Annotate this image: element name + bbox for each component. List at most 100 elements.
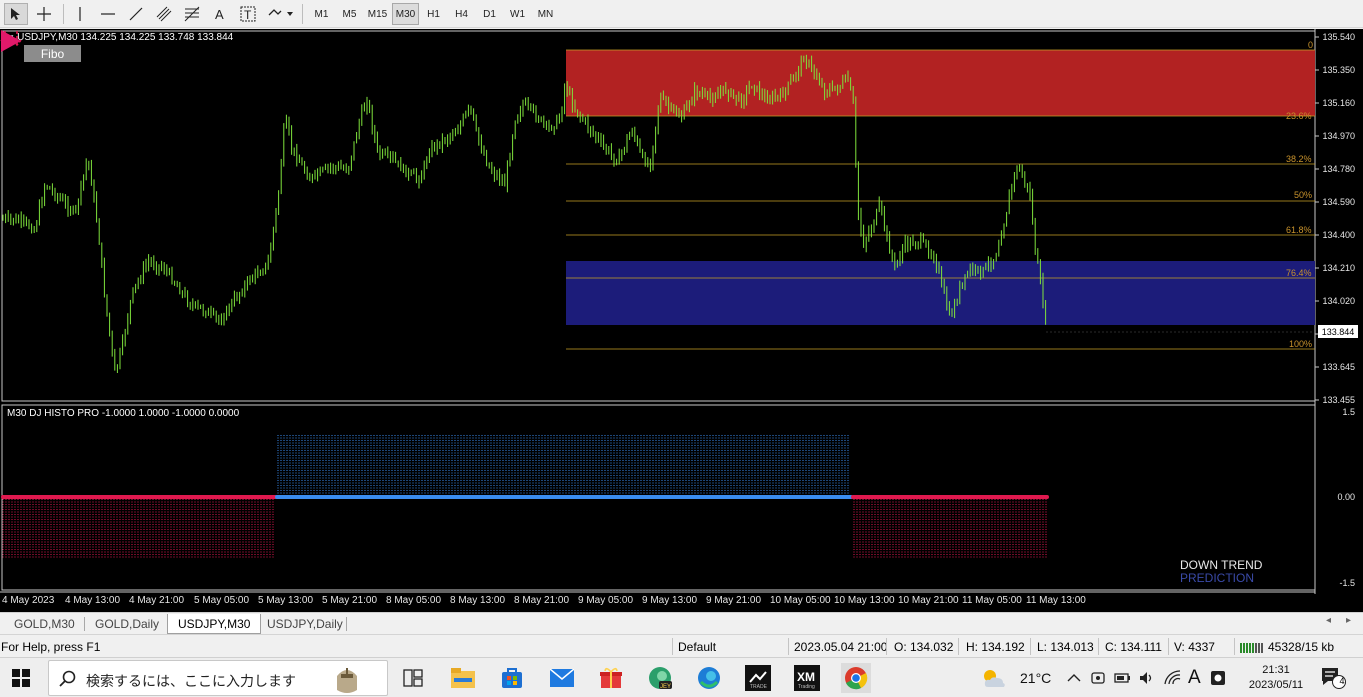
time-axis-label: 11 May 05:00 — [962, 595, 1022, 606]
app-tray-icon[interactable] — [1210, 670, 1226, 686]
traffic-text: 45328/15 kb — [1268, 639, 1335, 654]
wifi-icon[interactable] — [1164, 670, 1182, 686]
bar-close: C: 134.111 — [1105, 639, 1162, 654]
time-axis-label: 10 May 21:00 — [898, 595, 959, 606]
edge-dev-icon[interactable]: JEY — [645, 663, 675, 693]
time-axis-label: 8 May 13:00 — [450, 595, 506, 606]
time-axis-label: 9 May 21:00 — [706, 595, 762, 606]
weather-cloud-sun-icon — [984, 670, 1005, 687]
supply-zone — [566, 50, 1315, 116]
timeframe-m5[interactable]: M5 — [336, 3, 363, 25]
fibonacci-icon[interactable] — [180, 3, 204, 25]
demand-zone — [566, 261, 1315, 325]
clock-date: 2023/05/11 — [1248, 679, 1304, 691]
timeframe-h1[interactable]: H1 — [420, 3, 447, 25]
price-axis-label: 135.540 — [1322, 32, 1355, 42]
time-axis-label: 4 May 2023 — [2, 595, 55, 606]
svg-text:Trading: Trading — [798, 684, 815, 690]
time-axis-label: 8 May 05:00 — [386, 595, 442, 606]
timeframe-m30[interactable]: M30 — [392, 3, 419, 25]
time-axis-label: 5 May 21:00 — [322, 595, 378, 606]
tab-usdjpy-m30[interactable]: USDJPY,M30 — [167, 614, 262, 634]
text-icon[interactable]: A — [208, 3, 232, 25]
show-hidden-icons-chevron[interactable] — [1066, 670, 1082, 686]
weather-widget[interactable]: 21°C — [980, 658, 1051, 697]
store-icon[interactable] — [497, 663, 527, 693]
battery-icon[interactable] — [1114, 670, 1132, 686]
timeframe-mn[interactable]: MN — [532, 3, 559, 25]
price-axis-label: 134.020 — [1322, 296, 1355, 306]
volume-icon[interactable] — [1138, 670, 1154, 686]
bar-datetime: 2023.05.04 21:00 — [794, 639, 888, 654]
tab-gold-m30[interactable]: GOLD,M30 — [4, 614, 85, 634]
indicator-scale-top: 1.5 — [1342, 407, 1355, 417]
play-icon[interactable] — [0, 29, 22, 53]
windows-start-icon[interactable] — [6, 663, 36, 693]
meeting-icon[interactable] — [1090, 670, 1106, 686]
time-axis-label: 8 May 21:00 — [514, 595, 570, 606]
channel-icon[interactable] — [152, 3, 176, 25]
price-axis-label: 135.160 — [1322, 98, 1355, 108]
tab-scroll-left-icon[interactable]: ◂ — [1326, 615, 1331, 626]
time-axis-label: 9 May 05:00 — [578, 595, 634, 606]
chart-area[interactable]: ▼ USDJPY,M30 134.225 134.225 133.748 133… — [0, 29, 1363, 612]
notification-center-icon[interactable]: 4 — [1318, 663, 1348, 693]
time-axis-label: 10 May 05:00 — [770, 595, 831, 606]
current-price-label: 133.844 — [1318, 325, 1358, 338]
file-explorer-icon[interactable] — [448, 663, 478, 693]
price-axis-label: 135.350 — [1322, 65, 1355, 75]
time-axis-label: 10 May 13:00 — [834, 595, 895, 606]
tab-usdjpy-daily[interactable]: USDJPY,Daily — [257, 614, 353, 634]
crosshair-icon[interactable] — [32, 3, 56, 25]
vertical-line-icon[interactable] — [68, 3, 92, 25]
taskbar-search[interactable]: 検索するには、ここに入力します — [48, 660, 388, 696]
price-axis-label: 133.645 — [1322, 362, 1355, 372]
trend-label: DOWN TREND — [1180, 558, 1263, 572]
indicator-scale-bottom: -1.5 — [1339, 578, 1355, 588]
time-axis-label: 4 May 21:00 — [129, 595, 185, 606]
text-label-icon[interactable]: T — [236, 3, 260, 25]
task-view-icon[interactable] — [398, 663, 428, 693]
windows-taskbar: 検索するには、ここに入力します JEY TRADE XM Trading 21°… — [0, 657, 1363, 697]
indicator-header: M30 DJ HISTO PRO -1.0000 1.0000 -1.0000 … — [7, 408, 240, 419]
fibo-button[interactable]: Fibo — [24, 45, 81, 62]
search-placeholder: 検索するには、ここに入力します — [86, 673, 296, 689]
price-axis-label: 133.455 — [1322, 395, 1355, 405]
tab-scroll-right-icon[interactable]: ▸ — [1346, 615, 1351, 626]
price-axis-label: 134.400 — [1322, 230, 1355, 240]
ime-mode[interactable]: A — [1188, 667, 1201, 689]
indicator-scale-zero: 0.00 — [1337, 492, 1355, 502]
timeframe-h4[interactable]: H4 — [448, 3, 475, 25]
tab-gold-daily[interactable]: GOLD,Daily — [85, 614, 169, 634]
price-axis-label: 134.590 — [1322, 197, 1355, 207]
search-icon — [59, 670, 76, 687]
time-axis-label: 5 May 13:00 — [258, 595, 314, 606]
svg-text:JEY: JEY — [660, 684, 671, 690]
fib-level-label: 38.2% — [1286, 154, 1312, 164]
timeframe-w1[interactable]: W1 — [504, 3, 531, 25]
chrome-icon[interactable] — [841, 663, 871, 693]
profile-name: Default — [678, 639, 717, 654]
chart-canvas[interactable] — [0, 29, 1363, 612]
prediction-label: PREDICTION — [1180, 571, 1255, 585]
horizontal-line-icon[interactable] — [96, 3, 120, 25]
cursor-icon[interactable] — [4, 3, 28, 25]
timeframe-m1[interactable]: M1 — [308, 3, 335, 25]
xm-trading-icon[interactable]: XM Trading — [792, 663, 822, 693]
trendline-icon[interactable] — [124, 3, 148, 25]
shapes-icon[interactable] — [266, 3, 296, 25]
timeframe-d1[interactable]: D1 — [476, 3, 503, 25]
price-axis-label: 134.780 — [1322, 164, 1355, 174]
gift-icon[interactable] — [596, 663, 626, 693]
temperature: 21°C — [1020, 670, 1052, 686]
status-bar: For Help, press F1 Default 2023.05.04 21… — [0, 634, 1363, 657]
svg-text:TRADE: TRADE — [750, 684, 768, 690]
clock[interactable]: 21:31 2023/05/11 — [1244, 658, 1308, 697]
timeframe-m15[interactable]: M15 — [364, 3, 391, 25]
trading-app-icon[interactable]: TRADE — [743, 663, 773, 693]
edge-icon[interactable] — [694, 663, 724, 693]
search-highlight-icon — [337, 668, 357, 693]
time-axis-label: 11 May 13:00 — [1026, 595, 1086, 606]
connection-bars-icon — [1240, 642, 1263, 653]
mail-icon[interactable] — [547, 663, 577, 693]
